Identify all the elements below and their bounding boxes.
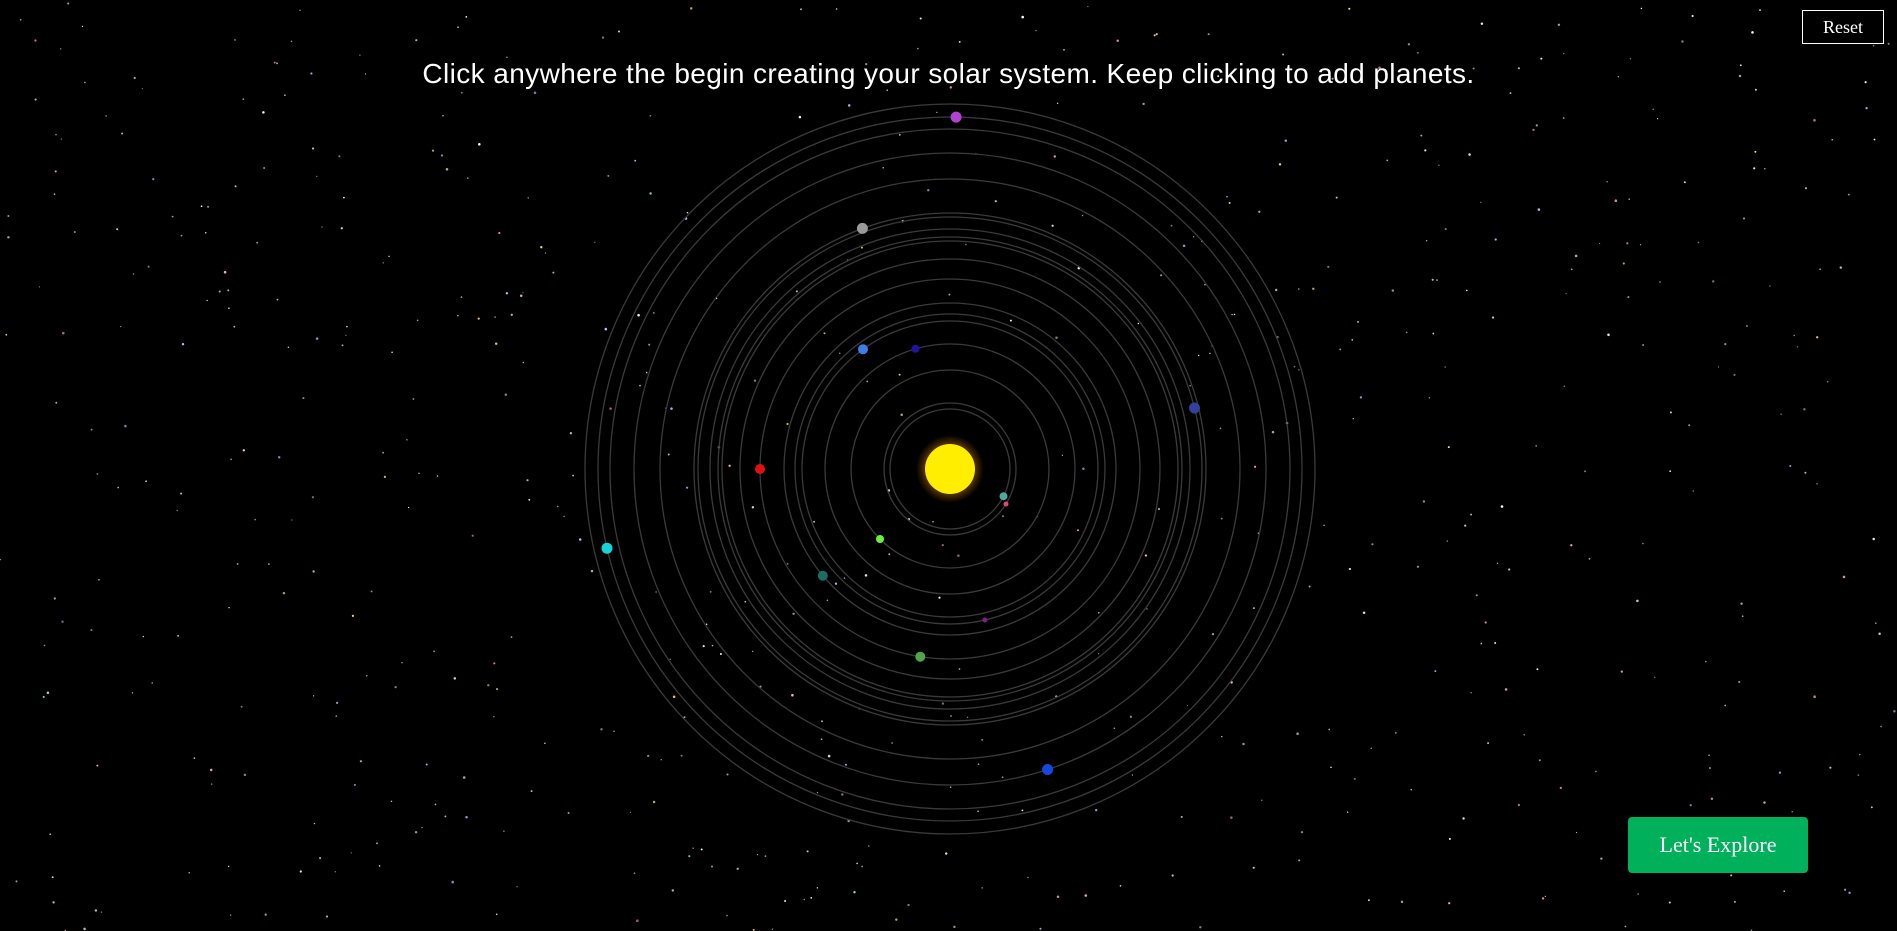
planet[interactable] <box>950 111 962 123</box>
planet[interactable] <box>1042 764 1054 775</box>
planet[interactable] <box>755 464 765 474</box>
planet[interactable] <box>911 344 920 353</box>
planet[interactable] <box>982 617 988 623</box>
planet[interactable] <box>999 492 1008 501</box>
planet[interactable] <box>858 344 868 355</box>
sun[interactable] <box>925 444 975 494</box>
planet[interactable] <box>817 570 828 581</box>
reset-button[interactable]: Reset <box>1802 10 1884 44</box>
lets-explore-button[interactable]: Let's Explore <box>1628 817 1808 873</box>
planet[interactable] <box>601 542 613 554</box>
planet[interactable] <box>915 651 926 662</box>
planet[interactable] <box>1189 402 1200 414</box>
planet[interactable] <box>856 222 868 234</box>
solar-system-canvas[interactable]: Click anywhere the begin creating your s… <box>0 0 1897 931</box>
solar-system <box>584 103 1316 835</box>
planet[interactable] <box>1003 501 1009 507</box>
planet[interactable] <box>876 535 884 543</box>
